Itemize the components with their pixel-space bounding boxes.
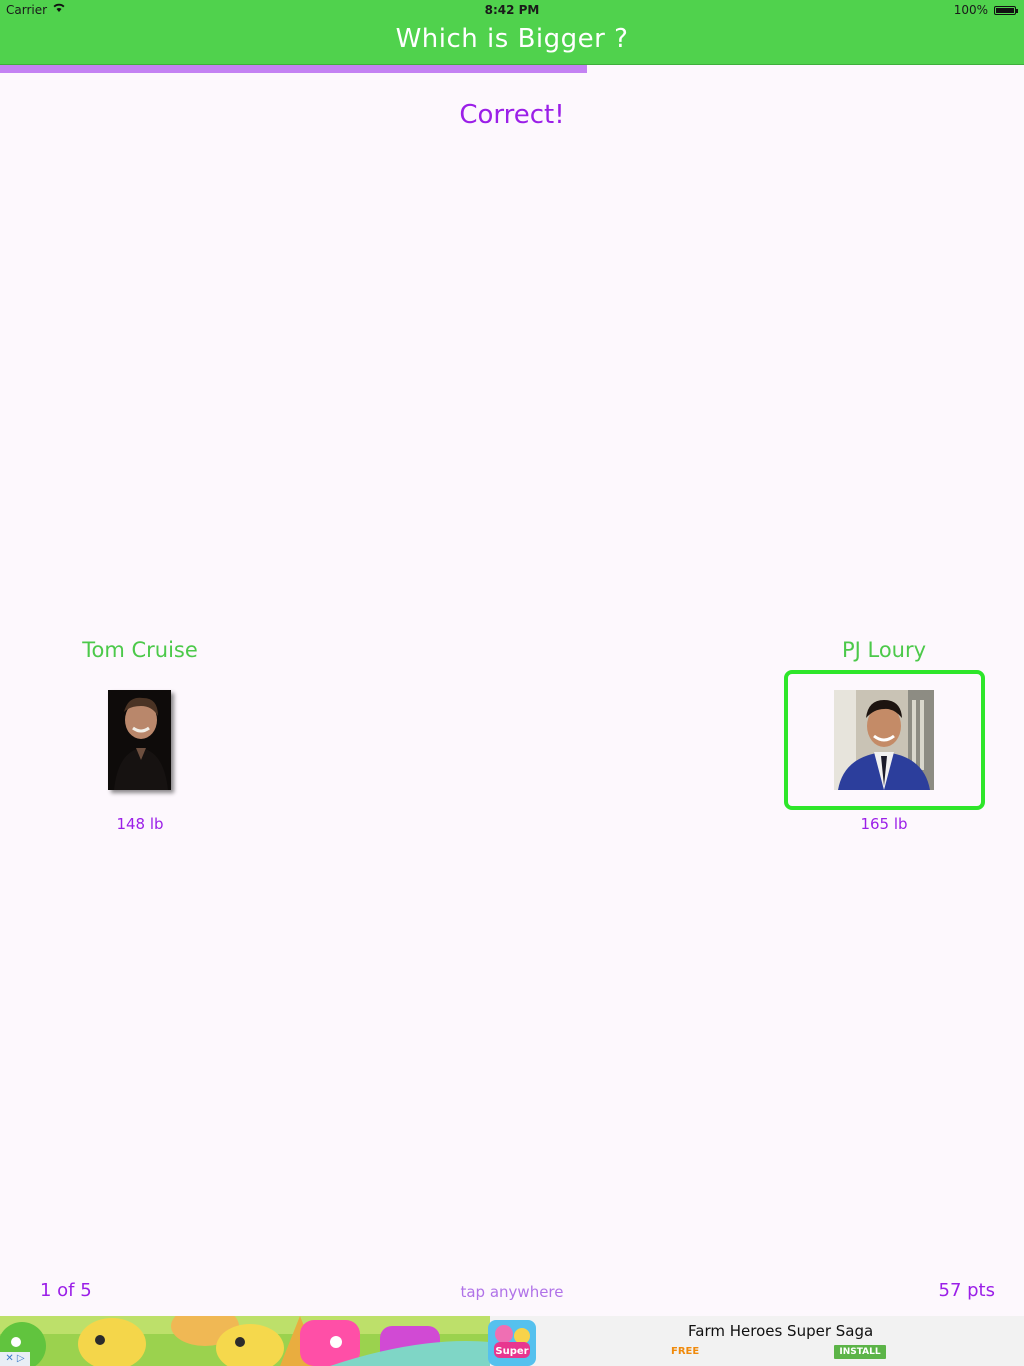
page-title: Which is Bigger ? bbox=[395, 24, 629, 54]
quiz-progress-bar bbox=[0, 65, 1024, 73]
ad-choices-icon[interactable]: ✕ ▷ bbox=[0, 1352, 30, 1366]
ad-banner[interactable]: Super Farm Heroes Super Saga FREE INSTAL… bbox=[0, 1316, 1024, 1366]
right-person-card[interactable] bbox=[784, 670, 985, 810]
right-person-name: PJ Loury bbox=[841, 638, 927, 662]
ad-artwork bbox=[0, 1316, 490, 1366]
ad-app-icon[interactable]: Super bbox=[488, 1320, 536, 1366]
ad-install-button[interactable]: INSTALL bbox=[834, 1345, 886, 1359]
right-person-photo bbox=[834, 690, 934, 790]
left-person-card[interactable] bbox=[42, 672, 238, 806]
status-bar: Carrier 8:42 PM 100% bbox=[0, 0, 1024, 20]
quiz-progress-fill bbox=[0, 65, 587, 73]
ad-price: FREE bbox=[671, 1346, 700, 1357]
battery-percent: 100% bbox=[953, 3, 988, 17]
score-label: 57 pts bbox=[938, 1280, 996, 1301]
result-message: Correct! bbox=[459, 100, 565, 130]
tap-anywhere-hint: tap anywhere bbox=[460, 1283, 564, 1301]
battery-icon bbox=[994, 6, 1018, 15]
navigation-bar: Which is Bigger ? bbox=[0, 20, 1024, 65]
left-person-weight: 148 lb bbox=[116, 815, 164, 833]
right-person-weight: 165 lb bbox=[860, 815, 908, 833]
left-person-name: Tom Cruise bbox=[82, 638, 198, 662]
ad-app-name: Farm Heroes Super Saga bbox=[688, 1322, 874, 1340]
left-person-photo bbox=[108, 690, 171, 790]
svg-text:Super: Super bbox=[495, 1346, 528, 1357]
status-time: 8:42 PM bbox=[484, 3, 540, 17]
